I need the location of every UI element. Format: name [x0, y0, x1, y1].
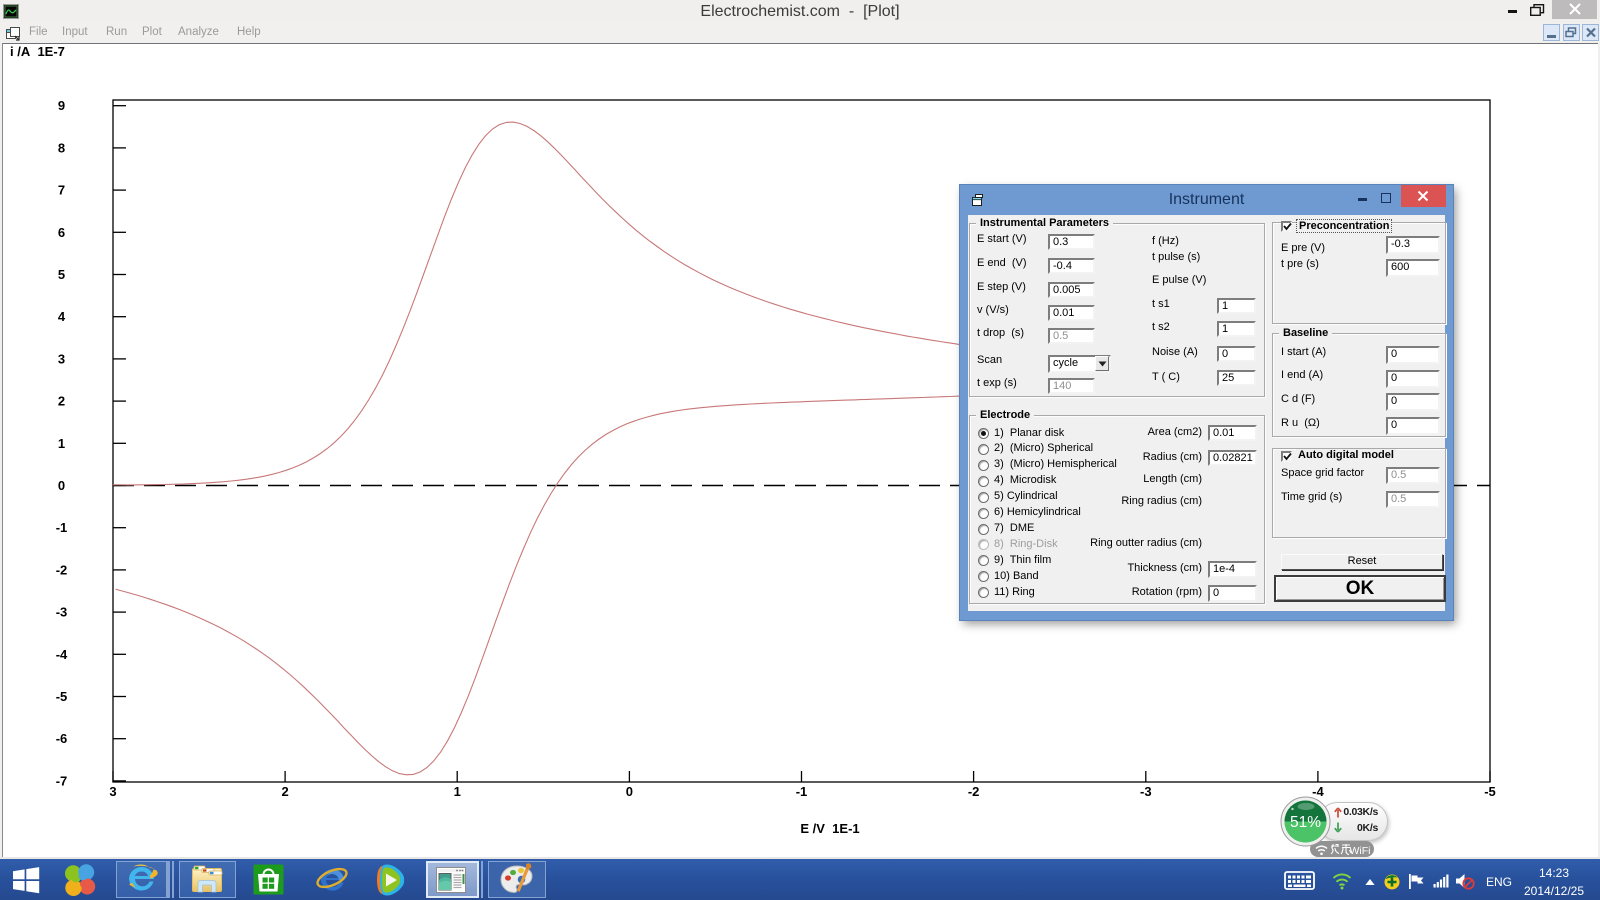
- svg-text:9: 9: [58, 98, 65, 113]
- svg-text:8: 8: [58, 140, 65, 155]
- svg-text:-2: -2: [968, 784, 980, 799]
- svg-text:-3: -3: [56, 605, 68, 620]
- svg-text:-6: -6: [56, 731, 68, 746]
- svg-text:2: 2: [58, 394, 65, 409]
- svg-text:-1: -1: [56, 520, 68, 535]
- svg-text:-2: -2: [56, 562, 68, 577]
- svg-text:0: 0: [58, 478, 65, 493]
- svg-text:-5: -5: [56, 689, 68, 704]
- svg-text:4: 4: [58, 309, 66, 324]
- svg-text:3: 3: [58, 351, 65, 366]
- svg-text:-4: -4: [56, 647, 68, 662]
- svg-text:-3: -3: [1140, 784, 1152, 799]
- svg-text:51%: 51%: [1290, 814, 1321, 831]
- svg-text:-5: -5: [1484, 784, 1496, 799]
- svg-text:1: 1: [58, 436, 65, 451]
- svg-text:7: 7: [58, 183, 65, 198]
- svg-text:i /A 1E-7: i /A 1E-7: [10, 44, 65, 59]
- svg-text:5: 5: [58, 267, 65, 282]
- svg-text:0: 0: [626, 784, 633, 799]
- svg-text:-1: -1: [796, 784, 808, 799]
- svg-text:E /V 1E-1: E /V 1E-1: [800, 821, 859, 836]
- svg-text:3: 3: [109, 784, 116, 799]
- svg-text:2: 2: [281, 784, 288, 799]
- svg-text:-7: -7: [56, 773, 68, 788]
- svg-text:1: 1: [454, 784, 461, 799]
- svg-text:6: 6: [58, 225, 65, 240]
